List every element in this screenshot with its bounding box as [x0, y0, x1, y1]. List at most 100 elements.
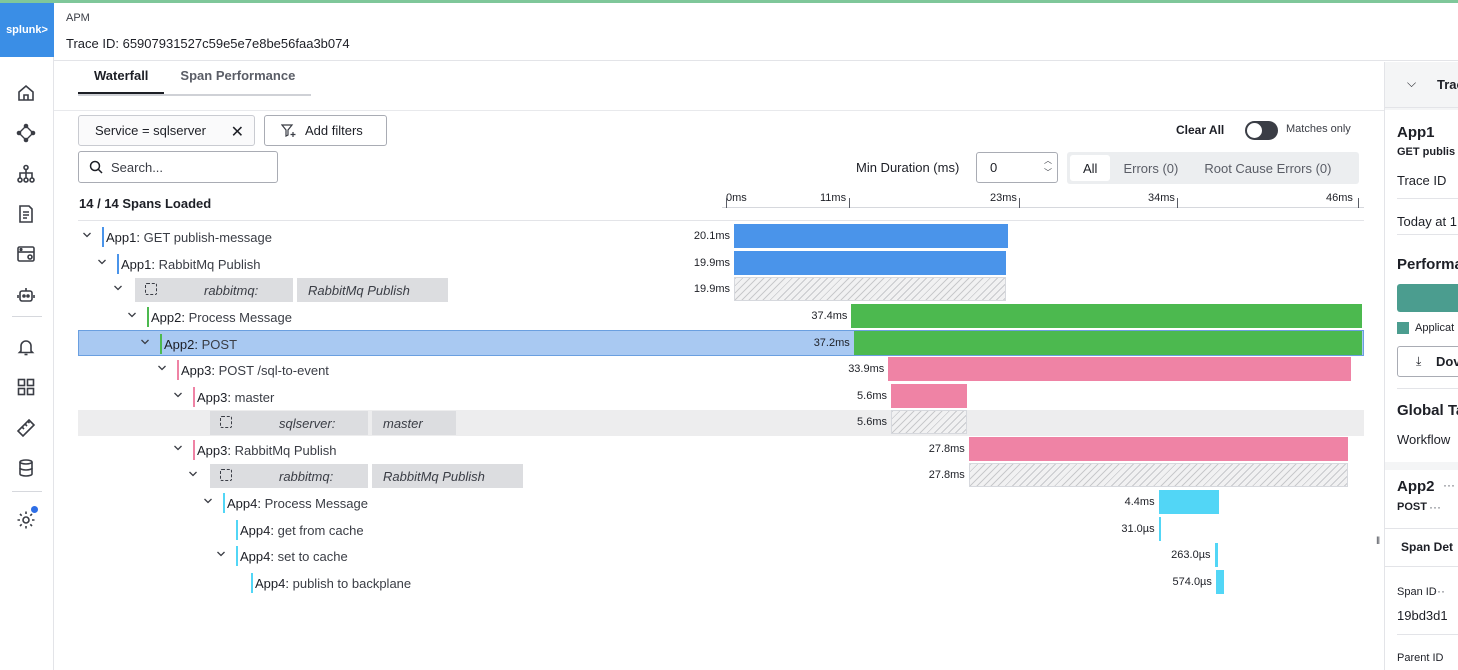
database-server-icon[interactable] — [14, 242, 38, 266]
chevron-down-icon[interactable] — [188, 469, 198, 479]
filter-chip[interactable]: Service = sqlserver ✕ — [78, 115, 255, 146]
tab-span-details[interactable]: Span Det — [1401, 540, 1453, 554]
span-row[interactable]: App1: RabbitMq Publish 19.9ms — [78, 250, 1364, 277]
performance-bar — [1397, 284, 1458, 312]
inferred-operation-name: RabbitMq Publish — [372, 464, 523, 489]
chevron-down-icon[interactable] — [82, 230, 92, 240]
span-duration-bar[interactable] — [851, 303, 1362, 328]
span-duration-bar[interactable] — [1158, 490, 1219, 514]
span-service-name: App2 — [164, 337, 195, 353]
add-filters-label: Add filters — [305, 123, 363, 138]
chevron-down-icon[interactable] — [140, 337, 150, 347]
span-row[interactable]: rabbitmq: RabbitMq Publish 27.8ms — [78, 463, 1364, 489]
more-icon[interactable]: ··· — [1443, 478, 1455, 492]
service-color-marker — [193, 439, 195, 460]
download-button[interactable]: ⤓ Dov — [1397, 346, 1458, 377]
span-label: App3: POST /sql-to-event — [181, 363, 329, 378]
span-row[interactable]: App1: GET publish-message 20.1ms — [78, 224, 1364, 250]
segment-all[interactable]: All — [1070, 155, 1111, 181]
span-row[interactable]: App4: set to cache 263.0µs — [78, 543, 1364, 569]
span-operation-name: set to cache — [277, 549, 348, 565]
span-duration-label: 4.4ms — [1124, 496, 1155, 508]
span-row-selected[interactable]: App2: POST 37.2ms — [78, 330, 1364, 357]
search-input[interactable]: Search... — [78, 151, 278, 183]
span-duration-bar[interactable] — [853, 331, 1362, 356]
span-row[interactable]: App4: Process Message 4.4ms — [78, 490, 1364, 516]
resize-handle[interactable]: ‖ — [1376, 536, 1380, 547]
chevron-down-icon[interactable]: ⌵ — [1407, 76, 1416, 91]
inferred-span-bar[interactable] — [891, 410, 968, 435]
chevron-down-icon[interactable] — [173, 443, 183, 453]
dashboards-icon[interactable] — [14, 375, 38, 399]
span-duration-bar[interactable] — [891, 383, 968, 408]
span-row[interactable]: App3: POST /sql-to-event 33.9ms — [78, 357, 1364, 383]
divider — [1397, 388, 1458, 389]
span-duration-bar[interactable] — [888, 357, 1352, 381]
inferred-span-bar[interactable] — [734, 277, 1006, 302]
home-icon[interactable] — [14, 81, 38, 105]
divider — [1385, 528, 1458, 529]
notification-dot — [31, 506, 38, 513]
span-operation-name: Process Message — [188, 309, 292, 325]
matches-only-toggle[interactable] — [1245, 121, 1278, 140]
separator: : — [270, 549, 278, 565]
splunk-logo[interactable]: splunk> — [0, 3, 54, 57]
span-row[interactable]: App3: RabbitMq Publish 27.8ms — [78, 436, 1364, 463]
service-color-marker — [177, 360, 179, 380]
separator: : — [257, 496, 265, 511]
span-row[interactable]: App4: publish to backplane 574.0µs — [78, 569, 1364, 596]
download-icon: ⤓ — [1416, 354, 1422, 368]
inferred-span-bar[interactable] — [968, 463, 1349, 488]
span-row[interactable]: App2: Process Message 37.4ms — [78, 303, 1364, 330]
robot-icon[interactable] — [14, 283, 38, 307]
span-service: App2 — [1397, 478, 1435, 495]
axis-tick-line — [726, 198, 727, 208]
more-icon[interactable]: ··· — [1429, 500, 1441, 514]
tab-waterfall[interactable]: Waterfall — [78, 62, 165, 94]
chevron-down-icon[interactable] — [216, 549, 226, 559]
span-row[interactable]: App3: master 5.6ms — [78, 383, 1364, 410]
span-duration-bar[interactable] — [734, 224, 1009, 248]
span-row[interactable]: App4: get from cache 31.0µs — [78, 516, 1364, 543]
trace-id-label: Trace ID — [1397, 173, 1447, 188]
service-color-marker — [160, 334, 162, 355]
tab-span-performance[interactable]: Span Performance — [164, 62, 311, 94]
logs-icon[interactable] — [14, 202, 38, 226]
chevron-down-icon[interactable] — [97, 257, 107, 267]
bell-icon[interactable] — [14, 335, 38, 359]
ruler-icon[interactable] — [14, 416, 38, 440]
span-duration-bar[interactable] — [734, 250, 1006, 275]
view-tabs: Waterfall Span Performance — [78, 62, 312, 96]
chevron-down-icon[interactable] — [203, 496, 213, 506]
close-icon[interactable]: ✕ — [231, 122, 244, 142]
span-duration-bar[interactable] — [1214, 543, 1219, 568]
span-duration-label: 33.9ms — [848, 363, 885, 375]
legend-swatch — [1397, 322, 1409, 334]
chevron-down-icon[interactable] — [127, 310, 137, 320]
span-label: App2: POST — [164, 337, 237, 352]
chevron-down-icon[interactable] — [113, 283, 123, 293]
span-operation-name: GET publish-message — [143, 230, 272, 245]
chevron-down-icon[interactable] — [173, 390, 183, 400]
min-duration-input[interactable]: 0 ︿ ﹀ — [976, 152, 1058, 183]
service-map-icon[interactable] — [14, 121, 38, 145]
span-row[interactable]: rabbitmq: RabbitMq Publish 19.9ms — [78, 277, 1364, 303]
segment-errors[interactable]: Errors (0) — [1110, 155, 1191, 181]
more-icon[interactable]: ··· — [1433, 584, 1445, 598]
span-duration-bar[interactable] — [1158, 516, 1161, 541]
clear-all-button[interactable]: Clear All — [1176, 123, 1224, 137]
axis-tick-line — [1019, 198, 1020, 208]
settings-icon[interactable] — [14, 506, 38, 532]
filter-bar: Service = sqlserver ✕ Add filters Clear … — [54, 110, 1384, 146]
span-duration-label: 27.8ms — [928, 469, 965, 482]
service-color-marker — [236, 519, 238, 540]
chevron-down-icon[interactable] — [157, 363, 167, 373]
span-duration-bar[interactable] — [1215, 569, 1224, 594]
cylinder-icon[interactable] — [14, 456, 38, 480]
tree-icon[interactable] — [14, 162, 38, 186]
stepper-icon[interactable]: ︿ ﹀ — [1044, 155, 1052, 179]
span-row[interactable]: sqlserver: master 5.6ms — [78, 410, 1364, 437]
add-filters-button[interactable]: Add filters — [264, 115, 387, 146]
span-duration-bar[interactable] — [968, 436, 1349, 461]
segment-root-cause-errors[interactable]: Root Cause Errors (0) — [1191, 155, 1344, 181]
